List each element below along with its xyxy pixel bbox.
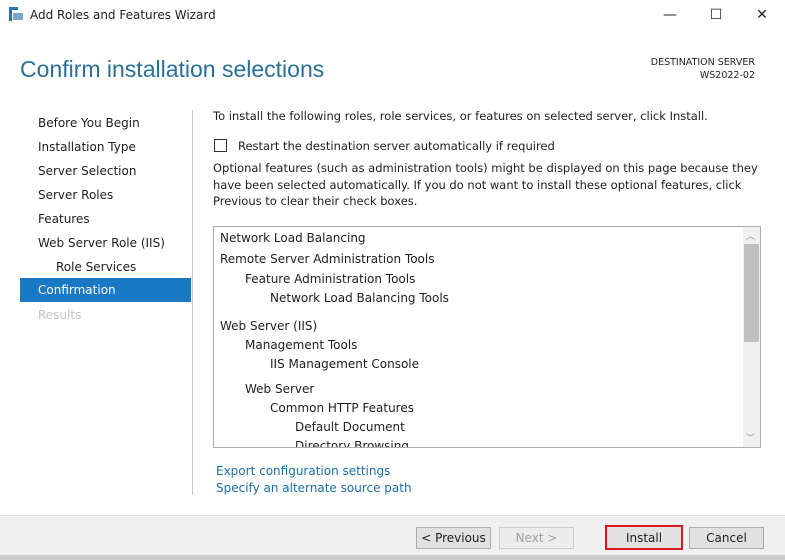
list-item: Common HTTP Features [270,401,414,415]
scroll-up-icon[interactable]: ︿ [746,229,755,242]
nav-before-you-begin[interactable]: Before You Begin [38,111,140,135]
list-item: Management Tools [245,338,358,352]
close-button[interactable]: ✕ [739,0,785,30]
list-item: Directory Browsing [295,439,409,448]
nav-role-services[interactable]: Role Services [56,255,136,279]
list-item: Web Server (IIS) [220,319,318,333]
optional-features-note: Optional features (such as administratio… [213,161,758,208]
export-configuration-link[interactable]: Export configuration settings [216,464,390,478]
nav-features[interactable]: Features [38,207,90,231]
list-item: Remote Server Administration Tools [220,252,435,266]
list-item: Default Document [295,420,405,434]
nav-web-server-role[interactable]: Web Server Role (IIS) [38,231,165,255]
restart-label[interactable]: Restart the destination server automatic… [238,138,785,155]
list-scrollbar[interactable]: ︿ ﹀ [743,227,760,447]
selections-list[interactable]: Network Load Balancing Remote Server Adm… [213,226,761,448]
nav-results: Results [38,308,82,322]
list-item: Web Server [245,382,315,396]
intro-text: To install the following roles, role ser… [213,109,708,123]
maximize-button[interactable]: ☐ [693,0,739,30]
destination-server-name: WS2022-02 [699,70,755,81]
window-title: Add Roles and Features Wizard [30,8,216,22]
list-item: Network Load Balancing Tools [270,291,449,305]
nav-server-roles[interactable]: Server Roles [38,183,113,207]
restart-checkbox[interactable] [214,139,227,152]
bottom-edge [0,555,785,560]
nav-confirmation[interactable]: Confirmation [20,278,191,302]
nav-server-selection[interactable]: Server Selection [38,159,136,183]
scroll-down-icon[interactable]: ﹀ [746,431,755,444]
wizard-app-icon [9,7,23,21]
nav-installation-type[interactable]: Installation Type [38,135,136,159]
scrollbar-thumb[interactable] [744,244,759,342]
destination-server: DESTINATION SERVER WS2022-02 [651,56,755,82]
destination-server-label: DESTINATION SERVER [650,57,755,68]
list-item: IIS Management Console [270,357,420,371]
install-button[interactable]: Install [605,525,683,550]
page-title: Confirm installation selections [20,56,325,82]
next-button: Next > [499,527,574,549]
alternate-source-link[interactable]: Specify an alternate source path [216,481,412,495]
list-item: Feature Administration Tools [245,272,416,286]
minimize-button[interactable]: — [647,0,693,30]
title-bar: Add Roles and Features Wizard — ☐ ✕ [0,0,785,30]
previous-button[interactable]: < Previous [416,527,491,549]
cancel-button[interactable]: Cancel [689,527,764,549]
list-item: Network Load Balancing [220,231,366,245]
nav-divider [192,110,193,495]
